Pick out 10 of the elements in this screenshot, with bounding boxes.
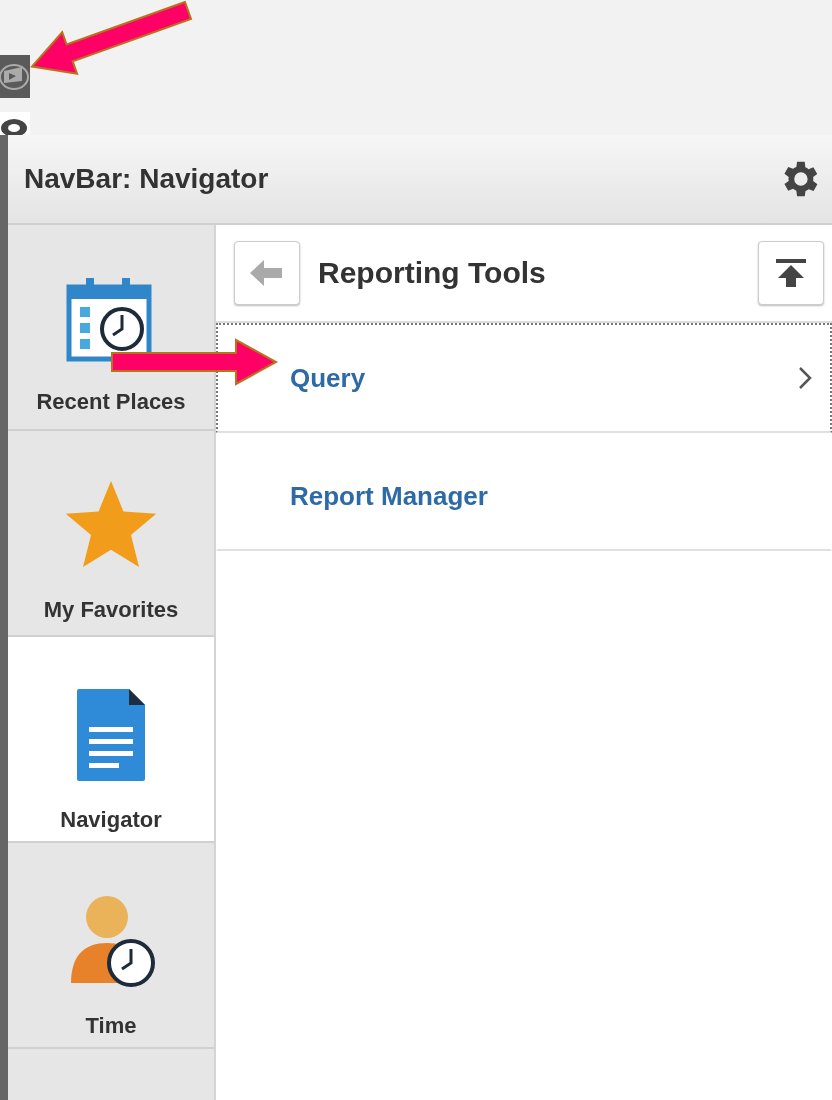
gear-icon[interactable] [0, 112, 30, 135]
navbar-tile[interactable]: Navigator [8, 637, 214, 843]
arrow-up-icon [776, 259, 806, 287]
document-icon [75, 687, 147, 783]
menu-item[interactable]: Report Manager [216, 441, 832, 551]
compass-icon[interactable] [0, 55, 30, 98]
navbar-title: NavBar: Navigator [24, 163, 269, 195]
top-button[interactable] [758, 241, 824, 305]
folder-title: Reporting Tools [318, 256, 547, 290]
arrow-left-icon [250, 260, 284, 286]
